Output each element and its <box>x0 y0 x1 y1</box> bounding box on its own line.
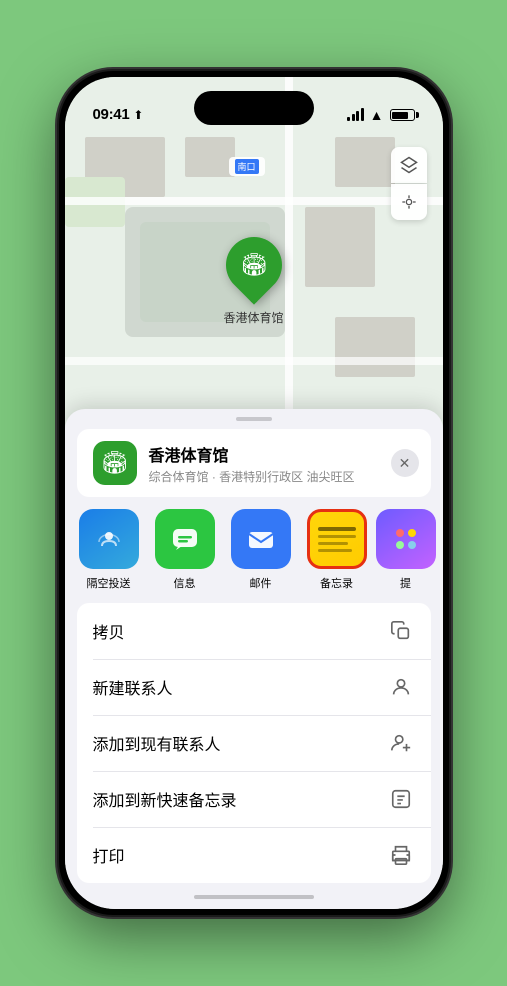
more-label: 提 <box>400 575 411 591</box>
action-add-existing[interactable]: 添加到现有联系人 <box>77 715 431 771</box>
new-contact-icon <box>387 673 415 701</box>
action-print[interactable]: 打印 <box>77 827 431 883</box>
map-layers-button[interactable] <box>391 147 427 183</box>
share-airdrop[interactable]: 隔空投送 <box>73 509 145 591</box>
print-label: 打印 <box>93 843 387 867</box>
signal-bars-icon <box>347 109 364 121</box>
phone-screen: 09:41 ⬆ ▲ <box>65 77 443 909</box>
action-new-contact[interactable]: 新建联系人 <box>77 659 431 715</box>
add-existing-label: 添加到现有联系人 <box>93 731 387 755</box>
airdrop-label: 隔空投送 <box>87 575 131 591</box>
action-add-notes[interactable]: 添加到新快速备忘录 <box>77 771 431 827</box>
venue-header: 🏟 香港体育馆 综合体育馆 · 香港特别行政区 油尖旺区 ✕ <box>77 429 431 497</box>
mail-icon <box>231 509 291 569</box>
notes-icon <box>307 509 367 569</box>
add-existing-icon <box>387 729 415 757</box>
share-row: 隔空投送 信息 <box>65 497 443 603</box>
messages-icon <box>155 509 215 569</box>
location-pin: 🏟 香港体育馆 <box>223 237 283 326</box>
more-icon <box>376 509 436 569</box>
copy-icon <box>387 617 415 645</box>
add-notes-icon <box>387 785 415 813</box>
south-label: 南口 <box>229 157 265 176</box>
notes-label: 备忘录 <box>320 575 353 591</box>
share-messages[interactable]: 信息 <box>149 509 221 591</box>
battery-icon <box>390 109 415 121</box>
messages-label: 信息 <box>174 575 196 591</box>
status-time: 09:41 <box>93 106 130 123</box>
sheet-handle <box>236 417 272 421</box>
home-indicator <box>194 895 314 899</box>
share-mail[interactable]: 邮件 <box>225 509 297 591</box>
venue-close-button[interactable]: ✕ <box>391 449 419 477</box>
new-contact-label: 新建联系人 <box>93 675 387 699</box>
dynamic-island <box>194 91 314 125</box>
add-notes-label: 添加到新快速备忘录 <box>93 787 387 811</box>
action-copy[interactable]: 拷贝 <box>77 603 431 659</box>
bottom-sheet: 🏟 香港体育馆 综合体育馆 · 香港特别行政区 油尖旺区 ✕ <box>65 409 443 909</box>
share-notes[interactable]: 备忘录 <box>301 509 373 591</box>
wifi-icon: ▲ <box>370 107 384 123</box>
map-controls <box>391 147 427 220</box>
my-location-button[interactable] <box>391 184 427 220</box>
airdrop-icon <box>79 509 139 569</box>
venue-icon: 🏟 <box>93 441 137 485</box>
copy-label: 拷贝 <box>93 619 387 643</box>
print-icon <box>387 841 415 869</box>
mail-label: 邮件 <box>250 575 272 591</box>
location-arrow-icon: ⬆ <box>133 108 143 122</box>
pin-label: 香港体育馆 <box>223 309 283 326</box>
phone-frame: 09:41 ⬆ ▲ <box>59 71 449 915</box>
share-more[interactable]: 提 <box>377 509 435 591</box>
action-list: 拷贝 新建联系人 <box>77 603 431 883</box>
status-icons: ▲ <box>347 107 414 123</box>
venue-subtitle: 综合体育馆 · 香港特别行政区 油尖旺区 <box>149 468 415 485</box>
venue-name: 香港体育馆 <box>149 442 415 466</box>
